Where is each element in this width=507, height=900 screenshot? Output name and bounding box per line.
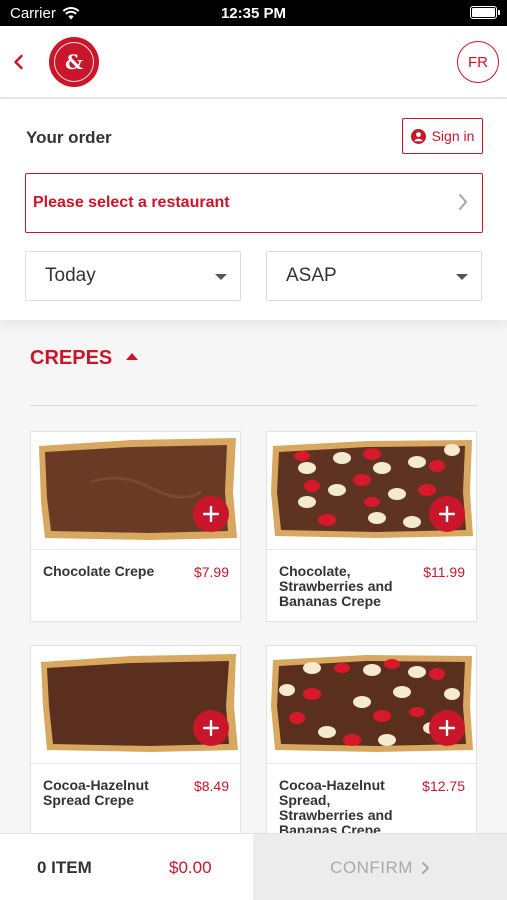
product-card[interactable]: Cocoa-Hazelnut Spread Crepe $8.49 [30,645,241,836]
cart-bar: 0 ITEM $0.00 CONFIRM [0,833,507,900]
plus-icon [439,720,455,736]
nav-bar: & FR [0,26,507,99]
add-button[interactable] [193,496,229,532]
section-title: CREPES [30,347,113,369]
add-button[interactable] [193,710,229,746]
status-time: 12:35 PM [220,5,287,22]
section-divider [30,405,478,406]
brand-logo[interactable]: & [49,37,99,87]
chevron-right-icon [421,861,429,874]
battery-icon [470,6,500,19]
crepe-chocolate-image [39,438,237,540]
product-price: $11.99 [423,564,465,580]
product-name: Cocoa-Hazelnut Spread, Strawberries and … [279,777,393,836]
product-image [31,646,240,764]
product-price: $8.49 [193,778,229,794]
product-card[interactable]: Chocolate Crepe $7.99 [30,431,241,622]
chevron-left-icon [13,54,23,70]
product-price: $7.99 [193,564,229,580]
product-name: Chocolate Crepe [43,563,155,579]
plus-icon [439,506,455,522]
confirm-label: CONFIRM [330,857,413,877]
caret-down-icon [215,274,227,280]
order-title: Your order [26,128,112,147]
day-value: Today [45,265,96,286]
restaurant-selector[interactable]: Please select a restaurant [25,173,483,233]
crepe-fruit-image [271,440,473,538]
product-card[interactable]: Chocolate, Strawberries and Bananas Crep… [266,431,477,622]
sign-in-label: Sign in [431,128,475,144]
product-image [267,432,476,550]
confirm-button[interactable]: CONFIRM [253,834,507,900]
logo-ring: & [54,42,94,82]
status-bar: Carrier 12:35 PM [0,0,507,26]
product-name: Cocoa-Hazelnut Spread Crepe [43,777,149,808]
order-panel: Your order Sign in Please select a resta… [0,99,507,320]
plus-icon [203,720,219,736]
language-button[interactable]: FR [457,41,499,83]
user-icon [410,128,426,144]
crepe-chocolate-image [41,654,238,752]
plus-icon [203,506,219,522]
day-dropdown[interactable]: Today [25,251,241,301]
cart-item-count: 0 ITEM [37,858,92,877]
crepe-fruit-image [271,655,473,752]
caret-down-icon [456,274,468,280]
section-header-crepes[interactable]: CREPES [30,347,139,370]
time-dropdown[interactable]: ASAP [266,251,482,301]
sign-in-button[interactable]: Sign in [402,118,483,154]
add-button[interactable] [429,710,465,746]
restaurant-placeholder: Please select a restaurant [33,194,230,211]
product-price: $12.75 [422,778,465,794]
back-button[interactable] [6,48,30,76]
cart-total: $0.00 [169,858,212,877]
product-image [267,646,476,764]
chevron-right-icon [459,194,467,210]
product-card[interactable]: Cocoa-Hazelnut Spread, Strawberries and … [266,645,477,836]
caret-up-icon [126,353,139,360]
logo-ampersand: & [64,50,84,74]
product-image [31,432,240,550]
product-name: Chocolate, Strawberries and Bananas Crep… [279,563,393,609]
time-value: ASAP [286,265,337,286]
add-button[interactable] [429,496,465,532]
